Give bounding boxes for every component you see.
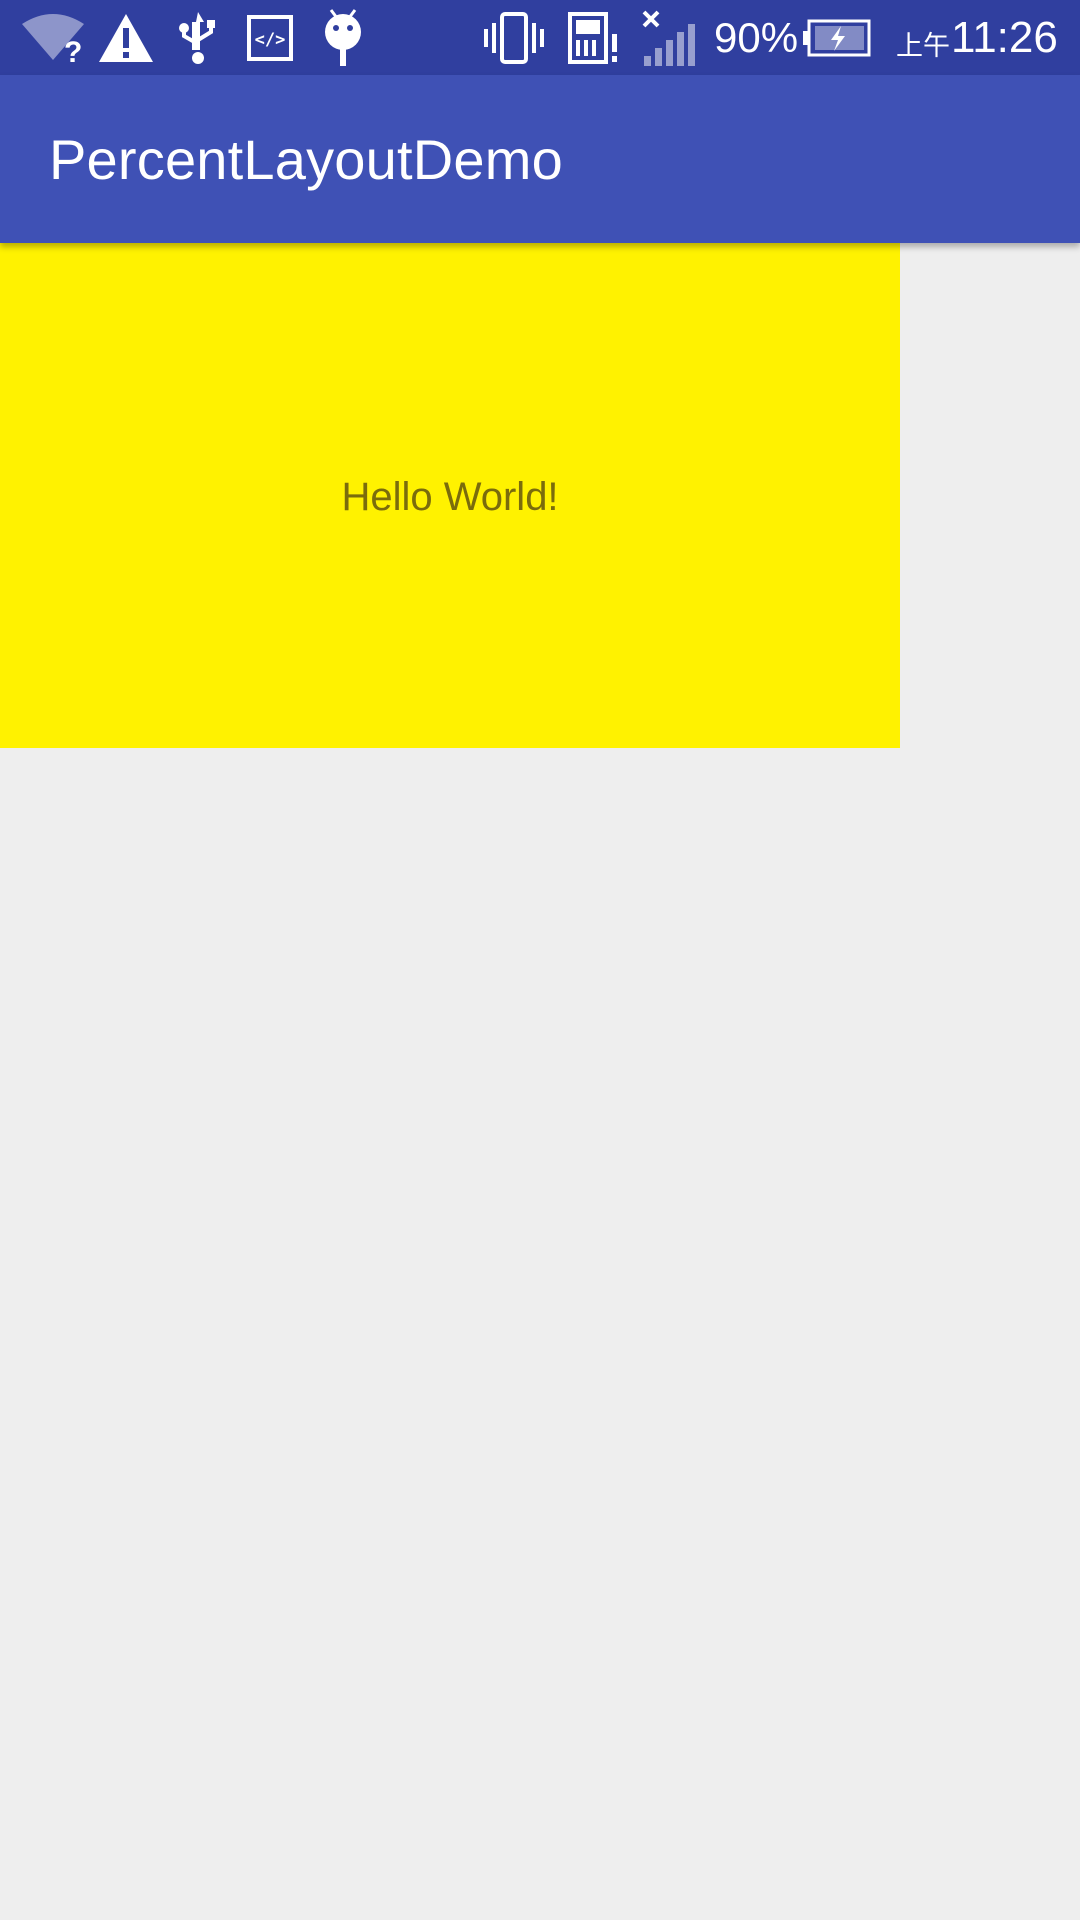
svg-text:?: ? [64,36,82,66]
ampm-label: 上午 [896,31,950,61]
android-debug-icon [316,0,370,75]
signal-no-service-icon [638,0,702,75]
main-content: Hello World! [0,243,1080,1920]
usb-icon [172,0,224,75]
app-title: PercentLayoutDemo [49,127,563,191]
warning-icon [96,0,156,75]
status-time: 11:26 [951,12,1058,62]
vibrate-icon [484,0,544,75]
wifi-unknown-icon: ? [20,0,86,75]
code-icon: </> [244,0,296,75]
sd-card-alert-icon [566,0,622,75]
battery-charging-icon [802,0,872,75]
hello-world-text: Hello World! [341,475,559,519]
app-bar: PercentLayoutDemo [0,75,1080,243]
battery-percent: 90% [714,13,799,61]
status-bar: ? </> 90% 上午 11:26 [0,0,1080,75]
percent-layout-box: Hello World! [0,243,900,748]
svg-text:</>: </> [255,30,286,50]
